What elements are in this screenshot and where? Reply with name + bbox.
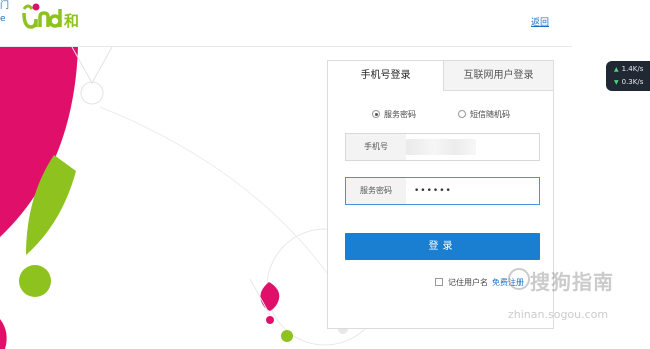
radio-sms-code[interactable]: 短信随机码 bbox=[458, 108, 510, 120]
and-logo-mark: 和 bbox=[22, 3, 79, 30]
brand-partial: 门 e bbox=[0, 0, 9, 26]
download-speed-value: 0.3K/s bbox=[621, 78, 644, 86]
phone-number-label: 手机号 bbox=[346, 134, 406, 160]
phone-number-field[interactable]: 手机号 bbox=[345, 133, 540, 161]
radio-sms-code-label: 短信随机码 bbox=[470, 109, 510, 119]
upload-speed: ▲ 1.4K/s bbox=[614, 65, 643, 73]
radio-checked-icon[interactable] bbox=[372, 110, 380, 118]
and-he-logo: 和 bbox=[22, 1, 82, 31]
logo-text: 和 bbox=[64, 12, 79, 30]
radio-unchecked-icon[interactable] bbox=[458, 110, 466, 118]
watermark-url: zhinan.sogou.com bbox=[508, 308, 609, 321]
remember-username-checkbox[interactable] bbox=[435, 278, 443, 286]
radio-service-password-label: 服务密码 bbox=[384, 109, 416, 119]
watermark: 搜狗指南 zhinan.sogou.com bbox=[500, 262, 650, 327]
upload-arrow-icon: ▲ bbox=[614, 65, 619, 73]
password-label: 服务密码 bbox=[346, 178, 406, 204]
watermark-title: 搜狗指南 bbox=[530, 270, 614, 294]
download-arrow-icon: ▼ bbox=[614, 78, 619, 86]
pink-drop bbox=[260, 282, 280, 311]
password-field[interactable]: 服务密码 •••••• bbox=[345, 177, 540, 205]
tab-internet-user-login[interactable]: 互联网用户登录 bbox=[443, 61, 553, 91]
network-speed-widget[interactable]: ▲ 1.4K/s ▼ 0.3K/s bbox=[606, 61, 650, 91]
brand-partial-line2: e bbox=[0, 14, 6, 24]
redacted-phone-number bbox=[406, 139, 476, 155]
login-tabs: 手机号登录 互联网用户登录 bbox=[328, 61, 553, 91]
header: 门 e 和 返回 bbox=[0, 0, 650, 46]
password-value: •••••• bbox=[414, 186, 452, 196]
brand-partial-line1: 门 bbox=[0, 1, 10, 11]
radio-service-password[interactable]: 服务密码 bbox=[372, 108, 416, 120]
back-link[interactable]: 返回 bbox=[531, 15, 549, 28]
remember-username-label: 记住用户名 bbox=[448, 277, 488, 287]
green-circle bbox=[19, 265, 51, 297]
login-button[interactable]: 登录 bbox=[345, 233, 540, 260]
pink-corner bbox=[0, 319, 7, 349]
download-speed: ▼ 0.3K/s bbox=[614, 78, 643, 86]
sogou-watermark-icon bbox=[508, 268, 530, 290]
tab-phone-login[interactable]: 手机号登录 bbox=[328, 61, 443, 91]
upload-speed-value: 1.4K/s bbox=[621, 65, 644, 73]
